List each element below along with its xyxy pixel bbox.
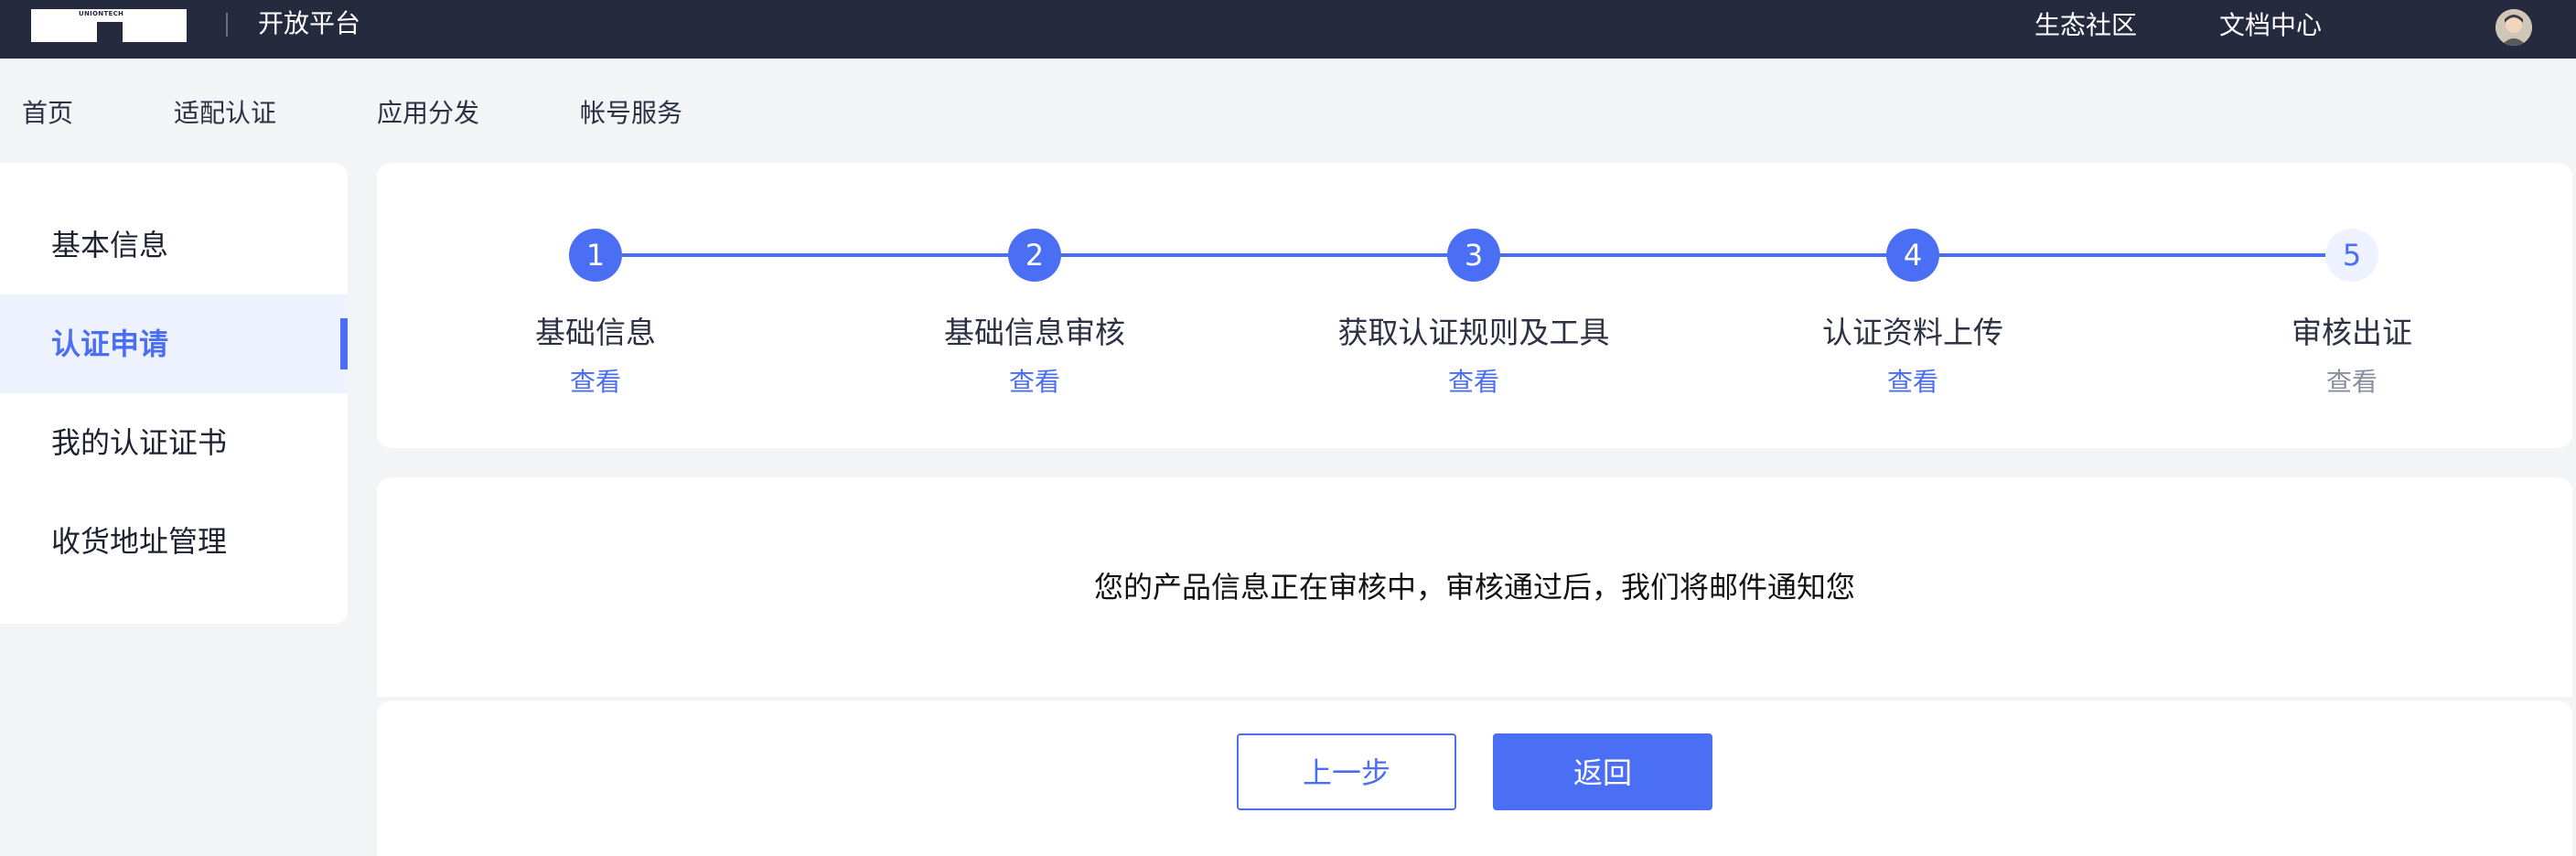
sidebar-item-label: 我的认证证书 xyxy=(51,425,228,460)
topnav-ecosystem-link[interactable]: 生态社区 xyxy=(2034,9,2137,42)
nav-certification[interactable]: 适配认证 xyxy=(174,95,276,132)
action-card xyxy=(377,701,2572,856)
top-bar: UNIONTECH 开放平台 生态社区 文档中心 xyxy=(0,0,2576,59)
step-3-title: 获取认证规则及工具 xyxy=(1337,315,1610,350)
nav-home[interactable]: 首页 xyxy=(22,95,73,132)
step-5-title: 审核出证 xyxy=(2292,315,2412,350)
topnav-docs-link[interactable]: 文档中心 xyxy=(2219,9,2322,42)
step-3-circle: 3 xyxy=(1447,229,1500,282)
previous-step-button[interactable]: 上一步 xyxy=(1237,733,1456,810)
sidebar-item-shipping-address[interactable]: 收货地址管理 xyxy=(0,492,348,591)
topbar-divider xyxy=(226,13,228,37)
step-5-circle: 5 xyxy=(2325,229,2378,282)
step-4-circle: 4 xyxy=(1886,229,1939,282)
step-2-circle: 2 xyxy=(1008,229,1061,282)
step-4-title: 认证资料上传 xyxy=(1822,315,2003,350)
steps-card xyxy=(377,163,2572,448)
step-4-view-link[interactable]: 查看 xyxy=(1821,366,2004,399)
sidebar-item-label: 认证申请 xyxy=(51,326,169,361)
sidebar-item-label: 基本信息 xyxy=(51,228,169,262)
platform-title: 开放平台 xyxy=(258,8,361,38)
logo-wordmark: UNIONTECH xyxy=(79,10,124,17)
step-1-title: 基础信息 xyxy=(535,315,656,350)
logo-shape-right xyxy=(123,9,187,42)
step-5-view-link: 查看 xyxy=(2325,367,2377,397)
brand-logo[interactable]: UNIONTECH xyxy=(31,9,187,42)
active-indicator xyxy=(340,318,348,369)
step-1-view-link[interactable]: 查看 xyxy=(504,366,687,399)
step-3-view-link[interactable]: 查看 xyxy=(1382,366,1565,399)
review-status-message: 您的产品信息正在审核中，审核通过后，我们将邮件通知您 xyxy=(1093,570,1855,605)
sidebar-item-certification-apply[interactable]: 认证申请 xyxy=(0,294,348,393)
sidebar-item-label: 收货地址管理 xyxy=(51,524,228,559)
step-1-circle: 1 xyxy=(569,229,622,282)
nav-account-service[interactable]: 帐号服务 xyxy=(580,95,682,132)
user-avatar[interactable] xyxy=(2496,9,2532,46)
sidebar-item-basic-info[interactable]: 基本信息 xyxy=(0,196,348,294)
step-2-view-link[interactable]: 查看 xyxy=(943,366,1126,399)
step-2-title: 基础信息审核 xyxy=(944,315,1125,350)
back-button[interactable]: 返回 xyxy=(1493,733,1712,810)
nav-app-distribution[interactable]: 应用分发 xyxy=(377,95,479,132)
sidebar-item-my-certificates[interactable]: 我的认证证书 xyxy=(0,393,348,492)
avatar-icon xyxy=(2496,9,2532,46)
